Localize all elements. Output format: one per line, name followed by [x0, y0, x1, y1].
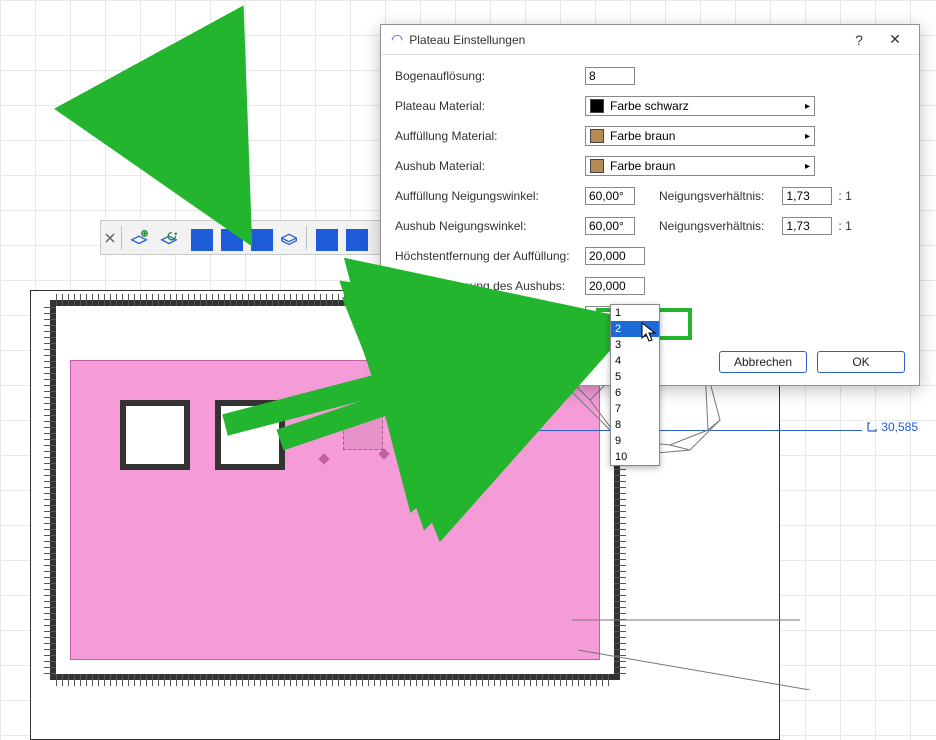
material-name: Farbe braun — [610, 129, 675, 143]
input-hoechst-auffuellung[interactable] — [585, 247, 645, 265]
app-icon: ◠ — [391, 31, 403, 48]
plateau-settings-button[interactable] — [184, 224, 214, 252]
dropdown-option[interactable]: 8 — [611, 417, 659, 433]
label-auffuellung-winkel: Auffüllung Neigungswinkel: — [395, 189, 585, 203]
dropdown-option[interactable]: 4 — [611, 353, 659, 369]
label-bogenaufloesung: Bogenauflösung: — [395, 69, 585, 83]
close-button[interactable]: ✕ — [877, 26, 913, 54]
dropdown-option[interactable]: 1 — [611, 305, 659, 321]
dropdown-option[interactable]: 10 — [611, 449, 659, 465]
edit-handle[interactable] — [400, 425, 412, 437]
mesh-layer-button[interactable] — [214, 224, 244, 252]
label-hoechst-aushub: Höchstentfernung des Aushubs: — [395, 279, 585, 293]
cancel-button[interactable]: Abbrechen — [719, 351, 807, 373]
label-auffuellung-material: Auffüllung Material: — [395, 129, 585, 143]
ratio-suffix: : 1 — [838, 189, 851, 203]
toolbar-close-icon[interactable] — [105, 233, 115, 243]
swatch-plateau — [590, 99, 604, 113]
material-name: Farbe braun — [610, 159, 675, 173]
building-footprint-1[interactable] — [120, 400, 190, 470]
building-footprint-2[interactable] — [215, 400, 285, 470]
picker-auffuellung-material[interactable]: Farbe braun ▸ — [585, 126, 815, 146]
picker-plateau-material[interactable]: Farbe schwarz ▸ — [585, 96, 815, 116]
dropdown-option[interactable]: 7 — [611, 401, 659, 417]
mesh-slab-button[interactable] — [274, 224, 304, 252]
input-verhaeltnis-2[interactable] — [782, 217, 832, 235]
input-verhaeltnis-1[interactable] — [782, 187, 832, 205]
mesh-add-button[interactable] — [124, 224, 154, 252]
dropdown-option[interactable]: 5 — [611, 369, 659, 385]
label-neigungsverhaeltnis-2: Neigungsverhältnis: — [659, 219, 764, 233]
dropdown-option[interactable]: 6 — [611, 385, 659, 401]
picker-aushub-material[interactable]: Farbe braun ▸ — [585, 156, 815, 176]
dialog-body: Bogenauflösung: Plateau Material: Farbe … — [381, 55, 919, 341]
label-hoechst-auffuellung: Höchstentfernung der Auffüllung: — [395, 249, 585, 263]
coord-value: 30,585 — [881, 420, 918, 434]
dropdown-option[interactable]: 3 — [611, 337, 659, 353]
selection-marquee[interactable] — [343, 410, 383, 450]
toolbar-separator — [121, 226, 122, 250]
toolbar-separator — [306, 226, 307, 250]
input-aushub-winkel[interactable] — [585, 217, 635, 235]
label-neigungsverhaeltnis-1: Neigungsverhältnis: — [659, 189, 764, 203]
input-bogenaufloesung[interactable] — [585, 67, 635, 85]
select-value: 1 — [590, 309, 597, 323]
mesh-angle-button[interactable] — [244, 224, 274, 252]
coordinate-readout: 30,585 — [867, 420, 918, 434]
chevron-right-icon: ▸ — [805, 161, 810, 172]
material-name: Farbe schwarz — [610, 99, 689, 113]
coord-icon — [867, 422, 877, 432]
input-hoechst-aushub[interactable] — [585, 277, 645, 295]
ok-button[interactable]: OK — [817, 351, 905, 373]
label-prioritaet: Priorität: — [395, 309, 585, 323]
label-plateau-material: Plateau Material: — [395, 99, 585, 113]
pet-palette-toolbar[interactable] — [100, 220, 400, 255]
ruler-left — [44, 306, 56, 674]
swatch-auffuellung — [590, 129, 604, 143]
help-button[interactable]: ? — [841, 26, 877, 54]
dropdown-option[interactable]: 9 — [611, 433, 659, 449]
label-aushub-material: Aushub Material: — [395, 159, 585, 173]
mesh-delete-button[interactable] — [339, 224, 369, 252]
ratio-suffix: : 1 — [838, 219, 851, 233]
chevron-right-icon: ▸ — [805, 131, 810, 142]
dialog-titlebar[interactable]: ◠ Plateau Einstellungen ? ✕ — [381, 25, 919, 55]
dialog-title: Plateau Einstellungen — [409, 33, 841, 47]
mesh-edit-button[interactable] — [309, 224, 339, 252]
swatch-aushub — [590, 159, 604, 173]
ruler-bottom — [56, 674, 614, 686]
mesh-cycle-button[interactable] — [154, 224, 184, 252]
prioritaet-dropdown[interactable]: 1 2 3 4 5 6 7 8 9 10 — [610, 304, 660, 466]
chevron-right-icon: ▸ — [805, 101, 810, 112]
label-aushub-winkel: Aushub Neigungswinkel: — [395, 219, 585, 233]
dropdown-option-selected[interactable]: 2 — [611, 321, 659, 337]
input-auffuellung-winkel[interactable] — [585, 187, 635, 205]
